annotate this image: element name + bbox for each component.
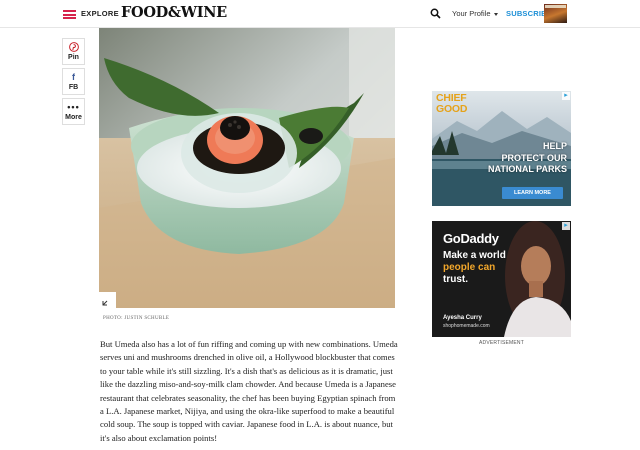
ad-brand-bottom: GOOD bbox=[436, 103, 468, 115]
site-logo[interactable]: FOOD&WINE bbox=[121, 4, 227, 21]
advertisement-label: ADVERTISEMENT bbox=[478, 340, 524, 346]
ad-learn-more-button[interactable]: LEARN MORE bbox=[502, 187, 563, 199]
magazine-cover-thumbnail[interactable] bbox=[544, 4, 567, 23]
expand-image-button[interactable] bbox=[99, 292, 116, 308]
pinterest-icon bbox=[69, 42, 79, 52]
hero-photo-illustration bbox=[99, 28, 395, 308]
ad-copy-line: HELP bbox=[542, 141, 567, 151]
facebook-icon: f bbox=[72, 72, 75, 82]
caret-down-icon bbox=[493, 12, 498, 16]
adchoices-icon[interactable]: ▸ bbox=[562, 222, 570, 230]
ad-spokesperson-name: Ayesha Curry bbox=[443, 315, 482, 321]
share-more-label: More bbox=[65, 114, 82, 121]
share-facebook-button[interactable]: f FB bbox=[62, 68, 85, 95]
adchoices-icon[interactable]: ▸ bbox=[562, 92, 570, 100]
expand-icon bbox=[102, 300, 108, 306]
share-fb-label: FB bbox=[68, 84, 79, 91]
search-icon[interactable] bbox=[430, 8, 441, 19]
share-pin-button[interactable]: Pin bbox=[62, 38, 85, 65]
hero-photo bbox=[99, 28, 395, 308]
ad-godaddy[interactable]: GoDaddy Make a world people can trust. A… bbox=[432, 221, 571, 337]
share-pin-label: Pin bbox=[68, 54, 79, 61]
profile-dropdown[interactable]: Your Profile bbox=[452, 9, 498, 18]
godaddy-logo: GoDaddy bbox=[443, 231, 499, 246]
ad-copy-line: NATIONAL PARKS bbox=[487, 164, 567, 174]
article-paragraph: But Umeda also has a lot of fun riffing … bbox=[100, 339, 398, 443]
hamburger-icon[interactable] bbox=[63, 10, 76, 19]
ad-copy: HELP PROTECT OUR NATIONAL PARKS bbox=[488, 141, 567, 176]
site-header: EXPLORE FOOD&WINE Your Profile SUBSCRIBE bbox=[0, 0, 640, 28]
more-dots-icon: ••• bbox=[67, 102, 80, 112]
ad-brand: CHIEF GOOD bbox=[436, 93, 467, 115]
ad-headline-line: Make a world bbox=[443, 250, 506, 261]
explore-link[interactable]: EXPLORE bbox=[81, 9, 119, 18]
ad-chief-good-national-parks[interactable]: CHIEF GOOD HELP PROTECT OUR NATIONAL PAR… bbox=[432, 91, 571, 206]
share-more-button[interactable]: ••• More bbox=[62, 98, 85, 125]
profile-label: Your Profile bbox=[452, 9, 491, 18]
ad-headline-line: people can bbox=[443, 262, 496, 273]
ad-headline-line: trust. bbox=[443, 274, 468, 285]
ad-copy-line: PROTECT OUR bbox=[501, 152, 567, 163]
ad-headline: Make a world people can trust. bbox=[443, 250, 506, 286]
ad-site-url: shophomemade.com bbox=[443, 323, 490, 329]
photo-credit: PHOTO: JUSTIN SCHUBLE bbox=[103, 316, 170, 321]
